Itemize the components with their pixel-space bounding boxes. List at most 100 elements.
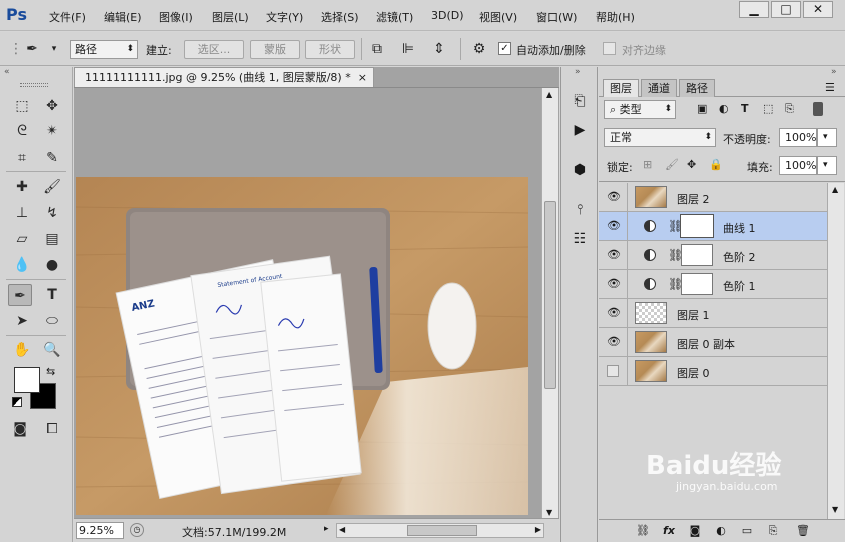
eyedropper-tool-icon[interactable]: ✎ bbox=[40, 147, 64, 169]
eraser-tool-icon[interactable]: ▱ bbox=[10, 228, 34, 250]
scroll-down-icon[interactable]: ▼ bbox=[546, 508, 552, 517]
visibility-eye-icon[interactable]: 👁 bbox=[607, 307, 621, 319]
minimize-button[interactable]: ▁ bbox=[739, 1, 769, 18]
filter-type-icon[interactable]: T bbox=[741, 102, 749, 115]
blend-mode-select[interactable]: 正常 ⬍ bbox=[604, 128, 716, 147]
move-tool-icon[interactable]: ✥ bbox=[40, 95, 64, 117]
fx-icon[interactable]: fx bbox=[661, 524, 677, 538]
visibility-eye-icon[interactable]: 👁 bbox=[607, 278, 621, 290]
clone-stamp-tool-icon[interactable]: ⊥ bbox=[10, 202, 34, 224]
trash-icon[interactable]: 🗑 bbox=[795, 524, 811, 538]
collapse-icon[interactable]: « bbox=[4, 67, 10, 77]
document-tab[interactable]: 11111111111.jpg @ 9.25% (曲线 1, 图层蒙版/8) *… bbox=[74, 67, 374, 87]
new-adjustment-icon[interactable]: ◐ bbox=[713, 524, 729, 538]
menu-select[interactable]: 选择(S) bbox=[321, 9, 359, 25]
filter-shape-icon[interactable]: ⬚ bbox=[763, 102, 773, 115]
visibility-eye-icon[interactable]: 👁 bbox=[607, 191, 621, 203]
selection-button[interactable]: 选区... bbox=[184, 40, 244, 59]
layer-row[interactable]: 图层 0 bbox=[599, 357, 827, 386]
zoom-tool-icon[interactable]: 🔍 bbox=[40, 339, 64, 361]
scroll-up-icon[interactable]: ▲ bbox=[546, 90, 552, 99]
layer-row[interactable]: 👁 ⛓ 色阶 1 bbox=[599, 270, 827, 299]
maximize-button[interactable]: □ bbox=[771, 1, 801, 18]
gear-icon[interactable]: ⚙ bbox=[469, 39, 489, 59]
auto-add-checkbox[interactable]: ✓ bbox=[498, 42, 511, 55]
info-icon[interactable]: ◷ bbox=[130, 523, 144, 537]
layers-scrollbar[interactable]: ▲ ▼ bbox=[827, 183, 844, 519]
fill-dropdown-icon[interactable]: ▾ bbox=[817, 156, 837, 175]
screen-mode-icon[interactable]: ⧠ bbox=[40, 418, 64, 440]
collapse-icon[interactable]: » bbox=[575, 67, 581, 77]
magic-wand-tool-icon[interactable]: ✴ bbox=[40, 120, 64, 142]
tab-channels[interactable]: 通道 bbox=[641, 79, 677, 97]
vertical-scrollbar[interactable]: ▲ ▼ bbox=[541, 88, 558, 521]
layer-row[interactable]: 👁 图层 2 bbox=[599, 183, 827, 212]
scroll-up-icon[interactable]: ▲ bbox=[832, 185, 838, 194]
close-button[interactable]: ✕ bbox=[803, 1, 833, 18]
brush-tool-icon[interactable]: 🖌 bbox=[40, 176, 64, 198]
scroll-down-icon[interactable]: ▼ bbox=[832, 505, 838, 514]
collapse-icon[interactable]: » bbox=[831, 67, 837, 77]
pen-tool-icon[interactable]: ✒ bbox=[8, 284, 32, 306]
mode-select[interactable]: 路径 ⬍ bbox=[70, 40, 138, 59]
opacity-field[interactable]: 100% bbox=[779, 128, 817, 147]
status-arrow-icon[interactable]: ▸ bbox=[324, 524, 329, 534]
layer-row[interactable]: 👁 ⛓ 曲线 1 bbox=[599, 212, 827, 241]
menu-help[interactable]: 帮助(H) bbox=[596, 9, 635, 25]
chevron-down-icon[interactable]: ▾ bbox=[44, 39, 64, 59]
lock-position-icon[interactable]: ✥ bbox=[687, 158, 696, 171]
align-edges-checkbox[interactable] bbox=[603, 42, 616, 55]
healing-brush-tool-icon[interactable]: ✚ bbox=[10, 176, 34, 198]
menu-window[interactable]: 窗口(W) bbox=[536, 9, 577, 25]
layer-row[interactable]: 👁 ⛓ 色阶 2 bbox=[599, 241, 827, 270]
hand-tool-icon[interactable]: ✋ bbox=[10, 339, 34, 361]
menu-edit[interactable]: 编辑(E) bbox=[104, 9, 142, 25]
menu-3d[interactable]: 3D(D) bbox=[431, 9, 464, 22]
visibility-toggle-off[interactable] bbox=[607, 365, 619, 377]
new-group-icon[interactable]: ▭ bbox=[739, 524, 755, 538]
vertical-scroll-thumb[interactable] bbox=[544, 201, 556, 389]
swap-colors-icon[interactable]: ⇆ bbox=[46, 365, 55, 378]
close-tab-icon[interactable]: × bbox=[358, 68, 367, 87]
horizontal-scrollbar[interactable]: ◀ ▶ bbox=[336, 523, 544, 538]
layer-row[interactable]: 👁 图层 1 bbox=[599, 299, 827, 328]
scroll-left-icon[interactable]: ◀ bbox=[339, 525, 345, 534]
opacity-dropdown-icon[interactable]: ▾ bbox=[817, 128, 837, 147]
foreground-color-swatch[interactable] bbox=[14, 367, 40, 393]
shape-button[interactable]: 形状 bbox=[305, 40, 355, 59]
zoom-field[interactable]: 9.25% bbox=[76, 522, 124, 539]
panel-grip[interactable] bbox=[20, 83, 48, 87]
lock-all-icon[interactable]: 🔒 bbox=[709, 158, 723, 171]
menu-file[interactable]: 文件(F) bbox=[49, 9, 86, 25]
ellipse-tool-icon[interactable]: ⬭ bbox=[40, 310, 64, 332]
gradient-tool-icon[interactable]: ▤ bbox=[40, 228, 64, 250]
history-brush-tool-icon[interactable]: ↯ bbox=[40, 202, 64, 224]
layer-row[interactable]: 👁 图层 0 副本 bbox=[599, 328, 827, 357]
horizontal-scroll-thumb[interactable] bbox=[407, 525, 477, 536]
lock-transparent-icon[interactable]: ⊞ bbox=[643, 158, 652, 171]
menu-type[interactable]: 文字(Y) bbox=[266, 9, 303, 25]
mask-button[interactable]: 蒙版 bbox=[250, 40, 300, 59]
layer-filter-select[interactable]: ⌕ 类型 ⬍ bbox=[604, 100, 676, 119]
new-layer-icon[interactable]: ⎘ bbox=[765, 524, 781, 538]
crop-tool-icon[interactable]: ⌗ bbox=[10, 147, 34, 169]
visibility-eye-icon[interactable]: 👁 bbox=[607, 220, 621, 232]
path-alignment-icon[interactable]: ⊫ bbox=[398, 39, 418, 59]
link-layers-icon[interactable]: ⛓ bbox=[635, 524, 651, 538]
add-mask-icon[interactable]: ◙ bbox=[687, 524, 703, 538]
tab-layers[interactable]: 图层 bbox=[603, 79, 639, 97]
path-operations-icon[interactable]: ⧉ bbox=[367, 39, 387, 59]
layer-mask-thumbnail[interactable] bbox=[680, 214, 714, 238]
tab-paths[interactable]: 路径 bbox=[679, 79, 715, 97]
lasso-tool-icon[interactable]: ᘓ bbox=[10, 120, 34, 142]
filter-smart-object-icon[interactable]: ⎘ bbox=[785, 102, 794, 116]
brushes-icon[interactable]: ⫯ bbox=[570, 200, 590, 220]
menu-layer[interactable]: 图层(L) bbox=[212, 9, 249, 25]
dodge-tool-icon[interactable]: ● bbox=[40, 254, 64, 276]
3d-icon[interactable]: ⬢ bbox=[570, 160, 590, 180]
layer-mask-thumbnail[interactable] bbox=[681, 244, 713, 266]
filter-pixel-icon[interactable]: ▣ bbox=[697, 102, 707, 115]
type-tool-icon[interactable]: T bbox=[40, 284, 64, 306]
fill-field[interactable]: 100% bbox=[779, 156, 817, 175]
actions-play-icon[interactable]: ▶ bbox=[570, 120, 590, 140]
